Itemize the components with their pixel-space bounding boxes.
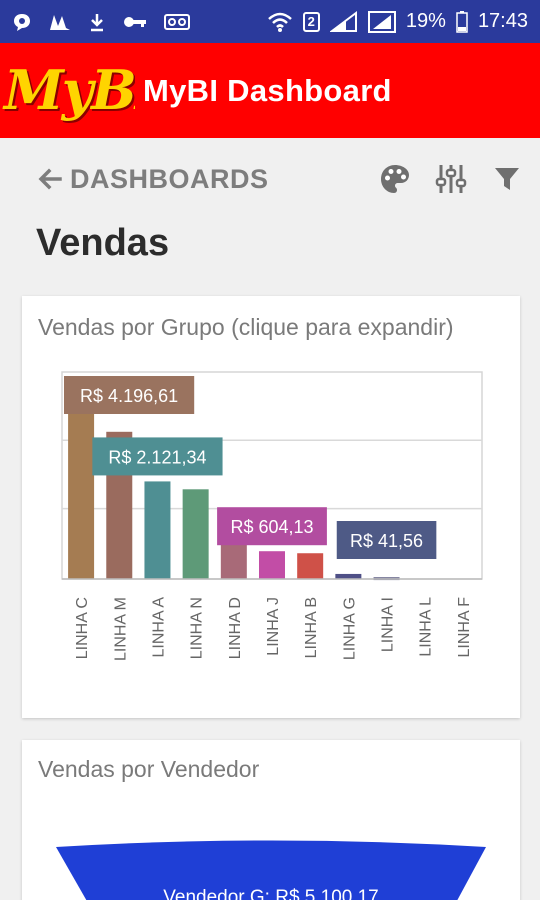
- app-title: MyBI Dashboard: [143, 72, 392, 108]
- funnel-segment-label: Vendedor G: R$ 5.100,17: [163, 887, 379, 900]
- app-logo-text: MyBI: [4, 58, 135, 122]
- x-tick-label: LINHA A: [150, 597, 167, 658]
- chart-card-vendas-por-vendedor[interactable]: Vendas por Vendedor Vendedor G: R$ 5.100…: [22, 740, 520, 900]
- filter-button[interactable]: [490, 162, 524, 196]
- signal-2-icon: [367, 10, 396, 33]
- chart-card-vendas-por-grupo[interactable]: Vendas por Grupo (clique para expandir) …: [22, 296, 520, 718]
- key-icon: [122, 11, 148, 33]
- bar[interactable]: [68, 385, 95, 579]
- palette-button[interactable]: [378, 162, 412, 196]
- signal-icon: [329, 10, 358, 33]
- status-notification-icons: [12, 11, 190, 33]
- app-logo: MyBI: [0, 43, 135, 138]
- arrow-left-icon: [38, 168, 62, 190]
- x-tick-label: LINHA G: [341, 597, 358, 660]
- sim-slot-badge: 2: [302, 11, 320, 32]
- data-label: R$ 2.121,34: [108, 447, 206, 467]
- voicemail-icon: [164, 11, 190, 33]
- status-bar: 2 19% 17:43: [0, 0, 540, 43]
- chat-notification-icon: [12, 11, 32, 33]
- bar[interactable]: [259, 551, 285, 579]
- back-label: DASHBOARDS: [70, 163, 269, 194]
- battery-percent: 19%: [405, 10, 446, 32]
- bar[interactable]: [144, 481, 171, 579]
- bar[interactable]: [182, 489, 209, 579]
- palette-icon: [381, 165, 409, 193]
- sliders-icon: [435, 165, 467, 193]
- x-tick-label: LINHA L: [418, 597, 435, 657]
- dashboard-toolbar: DASHBOARDS: [0, 150, 540, 208]
- bar[interactable]: [335, 573, 362, 579]
- page-title: Vendas: [36, 222, 170, 264]
- x-tick-label: LINHA M: [112, 597, 129, 661]
- filter-icon: [495, 168, 519, 190]
- x-tick-label: LINHA J: [265, 597, 282, 656]
- x-tick-label: LINHA N: [189, 597, 206, 659]
- battery-icon: [456, 10, 468, 33]
- download-icon: [88, 11, 106, 33]
- clock: 17:43: [477, 10, 528, 32]
- back-to-dashboards-link[interactable]: DASHBOARDS: [36, 164, 269, 195]
- x-tick-label: LINHA C: [74, 597, 91, 659]
- status-system-icons: 2 19% 17:43: [267, 10, 528, 33]
- data-label: R$ 604,13: [230, 517, 313, 537]
- x-tick-label: LINHA I: [380, 597, 397, 652]
- x-tick-label: LINHA D: [227, 597, 244, 659]
- bar-chart[interactable]: LINHA C LINHA M LINHA A LINHA N LINHA D LINHA…: [22, 296, 520, 718]
- wifi-icon: [267, 11, 293, 33]
- app-notification-icon: [48, 11, 72, 33]
- data-label: R$ 4.196,61: [80, 386, 178, 406]
- funnel-chart[interactable]: Vendedor G: R$ 5.100,17: [22, 740, 520, 900]
- bar[interactable]: [297, 553, 324, 579]
- x-tick-label: LINHA F: [456, 597, 473, 658]
- app-bar: MyBI MyBI Dashboard: [0, 43, 540, 138]
- settings-sliders-button[interactable]: [434, 162, 468, 196]
- x-tick-label: LINHA B: [303, 597, 320, 658]
- data-label: R$ 41,56: [350, 531, 423, 551]
